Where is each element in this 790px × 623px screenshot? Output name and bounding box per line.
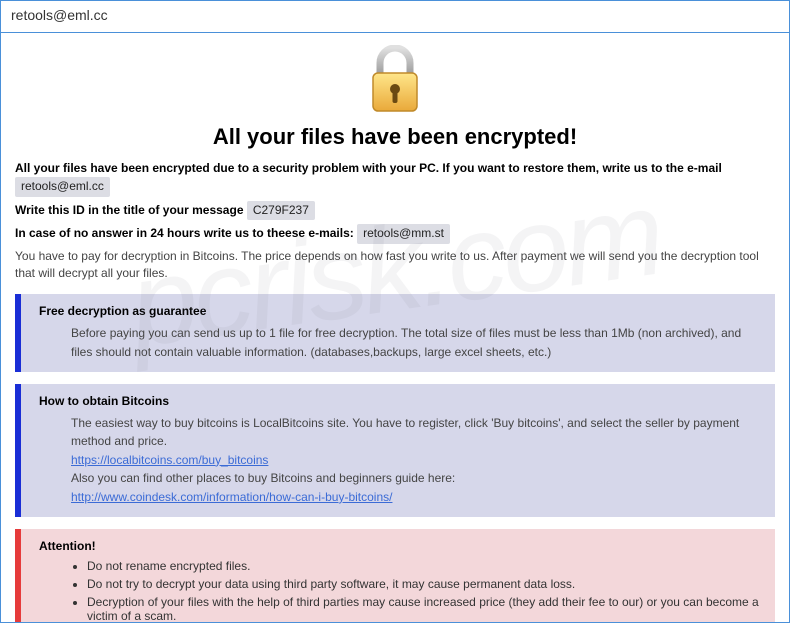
id-chip: C279F237 <box>247 201 315 220</box>
section-obtain-body: The easiest way to buy bitcoins is Local… <box>39 414 761 507</box>
content-pane[interactable]: pcrisk.com <box>1 33 789 622</box>
obtain-line2: Also you can find other places to buy Bi… <box>71 469 761 488</box>
bitcoin-link-1[interactable]: https://localbitcoins.com/buy_bitcoins <box>71 453 268 467</box>
section-free-body: Before paying you can send us up to 1 fi… <box>39 324 761 361</box>
section-free-title: Free decryption as guarantee <box>39 304 761 318</box>
obtain-line1: The easiest way to buy bitcoins is Local… <box>71 414 761 451</box>
section-obtain-bitcoins: How to obtain Bitcoins The easiest way t… <box>15 384 775 517</box>
title-bar[interactable]: retools@eml.cc <box>1 1 789 33</box>
section-attention: Attention! Do not rename encrypted files… <box>15 529 775 623</box>
intro-line4: You have to pay for decryption in Bitcoi… <box>15 248 775 283</box>
lock-icon <box>365 104 425 118</box>
attention-item: Do not try to decrypt your data using th… <box>87 577 761 591</box>
intro-line1-text: All your files have been encrypted due t… <box>15 161 722 175</box>
attention-item: Do not rename encrypted files. <box>87 559 761 573</box>
window-frame: retools@eml.cc pcrisk.com <box>0 0 790 623</box>
bitcoin-link-2[interactable]: http://www.coindesk.com/information/how-… <box>71 490 392 504</box>
intro-line3-text: In case of no answer in 24 hours write u… <box>15 226 357 240</box>
intro-line1: All your files have been encrypted due t… <box>15 160 775 197</box>
headline: All your files have been encrypted! <box>15 124 775 150</box>
attention-list: Do not rename encrypted files. Do not tr… <box>39 559 761 623</box>
section-attention-title: Attention! <box>39 539 761 553</box>
email-chip-1: retools@eml.cc <box>15 177 110 196</box>
hero: All your files have been encrypted! <box>15 45 775 150</box>
intro-line2: Write this ID in the title of your messa… <box>15 201 775 220</box>
intro-line3: In case of no answer in 24 hours write u… <box>15 224 775 243</box>
email-chip-2: retools@mm.st <box>357 224 450 243</box>
intro-line2-text: Write this ID in the title of your messa… <box>15 203 247 217</box>
window-title: retools@eml.cc <box>11 7 108 23</box>
attention-item: Decryption of your files with the help o… <box>87 595 761 623</box>
section-obtain-title: How to obtain Bitcoins <box>39 394 761 408</box>
section-free-decryption: Free decryption as guarantee Before payi… <box>15 294 775 371</box>
